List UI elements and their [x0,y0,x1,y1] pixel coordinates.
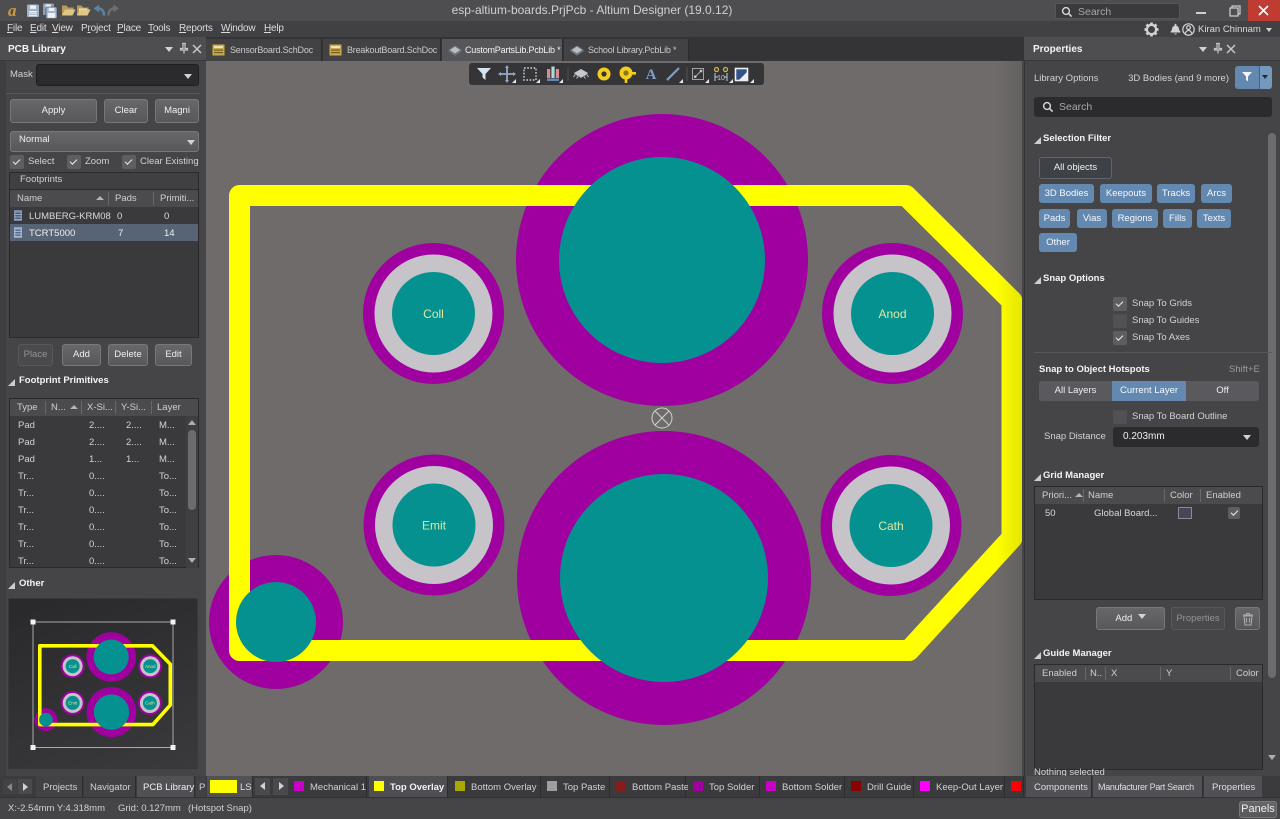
svg-text:Coll: Coll [69,664,77,669]
svg-text:Anod: Anod [878,307,906,321]
svg-text:10: 10 [717,75,725,82]
svg-text:Anod: Anod [145,664,156,669]
svg-text:Emit: Emit [68,701,78,706]
svg-text:Coll: Coll [423,307,444,321]
svg-text:Emit: Emit [422,519,447,533]
svg-text:Cath: Cath [145,701,155,706]
svg-text:Cath: Cath [878,519,903,533]
svg-text:A: A [646,67,657,83]
